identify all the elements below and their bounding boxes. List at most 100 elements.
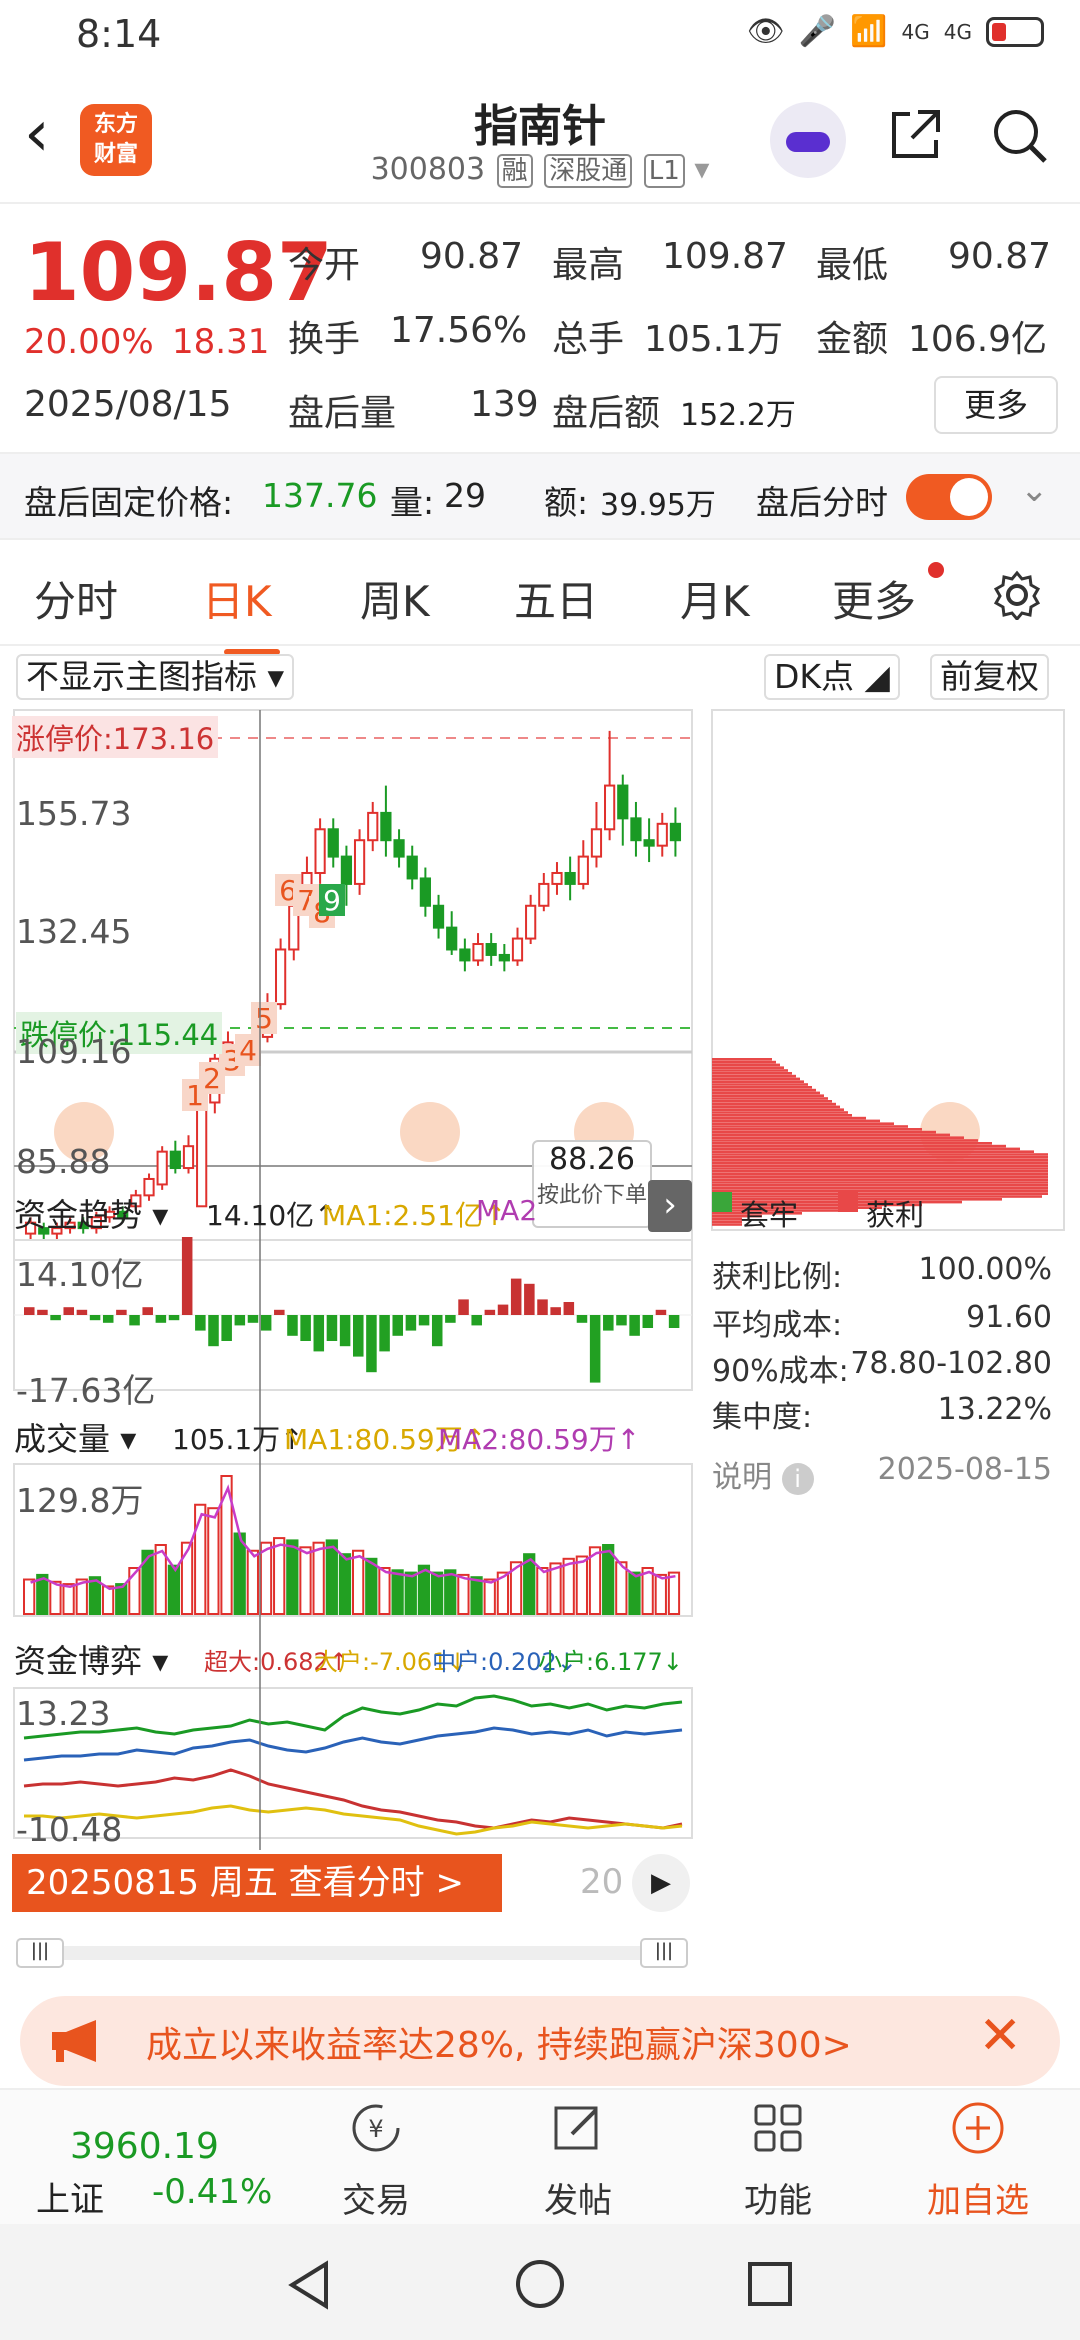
price-tooltip[interactable]: 88.26 按此价下单: [532, 1140, 652, 1228]
fund-bar: [642, 1315, 654, 1328]
home-nav-icon[interactable]: [514, 2258, 566, 2310]
view-intraday-button[interactable]: 20250815 周五 查看分时 >: [12, 1854, 502, 1912]
chip-bar: [712, 1161, 1048, 1165]
fund-trend-ma2: MA2: [476, 1194, 538, 1227]
range-handle-left[interactable]: |||: [16, 1938, 64, 1968]
play-icon[interactable]: ▶: [632, 1854, 690, 1912]
fund-game-select[interactable]: 资金博弈 ▾: [14, 1636, 168, 1682]
open-value: 90.87: [420, 236, 524, 277]
chip-bar: [712, 1105, 840, 1109]
after-amount-label: 盘后额: [552, 393, 661, 434]
index-value[interactable]: 3960.19: [70, 2126, 219, 2167]
chip-bar: [712, 1080, 804, 1083]
after-hours-toggle[interactable]: [906, 474, 992, 520]
fund-bar: [129, 1315, 140, 1326]
order-arrow-button[interactable]: ›: [648, 1180, 692, 1232]
fund-bar: [168, 1315, 180, 1321]
fund-bar: [63, 1307, 75, 1315]
back-nav-icon[interactable]: [286, 2260, 332, 2310]
more-button[interactable]: 更多: [934, 376, 1058, 434]
nav-trade[interactable]: ¥ 交易: [306, 2100, 446, 2222]
fund-bar: [142, 1307, 153, 1315]
tab-weekly-k[interactable]: 周K: [360, 568, 430, 629]
nav-post[interactable]: 发帖: [508, 2100, 648, 2222]
status-icons: 👁 🎤 📶 4G 4G: [747, 14, 1044, 49]
fund-bar: [366, 1315, 377, 1373]
fund-bar: [524, 1283, 535, 1315]
clock: 8:14: [76, 12, 162, 56]
change-percent: 20.00%: [24, 322, 154, 362]
fund-trend-select[interactable]: 资金趋势 ▾: [14, 1190, 168, 1236]
volume-bar: [352, 1549, 365, 1615]
chip-bar: [712, 1111, 848, 1114]
chip-bar: [712, 1223, 742, 1226]
game-top: 13.23: [16, 1694, 111, 1733]
index-change[interactable]: -0.41%: [152, 2172, 272, 2212]
share-icon[interactable]: [888, 106, 944, 162]
gear-icon[interactable]: [992, 570, 1042, 620]
tag-margin: 融: [496, 154, 533, 188]
candle-body: [196, 1101, 208, 1208]
signal-marker: 9: [319, 884, 345, 917]
tab-five-day[interactable]: 五日: [514, 568, 598, 629]
chevron-down-icon[interactable]: ⌄: [1020, 470, 1049, 510]
status-bar: 8:14 👁 🎤 📶 4G 4G: [0, 0, 1080, 72]
search-icon[interactable]: [990, 106, 1050, 166]
volume-bar: [365, 1557, 378, 1615]
nav-function[interactable]: 功能: [708, 2100, 848, 2222]
y-label-85: 85.88: [16, 1142, 111, 1181]
range-slider[interactable]: [16, 1946, 688, 1960]
high-label: 最高: [552, 245, 625, 286]
tag-connect: 深股通: [544, 154, 633, 188]
after-toggle-label: 盘后分时: [756, 483, 888, 522]
chip-bar: [712, 1091, 820, 1095]
tab-monthly-k[interactable]: 月K: [680, 568, 750, 629]
chip-row-value: 100.00%: [918, 1252, 1052, 1287]
promo-text: 成立以来收益率达28%, 持续跑赢沪深300>: [146, 2025, 852, 2066]
volume-bar: [470, 1576, 483, 1616]
yuan-icon: ¥: [352, 2104, 400, 2152]
chip-bar: [712, 1178, 1048, 1181]
system-nav: [0, 2224, 1080, 2340]
nav-add-watchlist[interactable]: 加自选: [908, 2100, 1048, 2222]
signal-icon-2: 4G: [943, 19, 972, 44]
chevron-down-icon[interactable]: ▾: [694, 152, 709, 187]
volume-bar: [654, 1573, 667, 1616]
range-handle-right[interactable]: |||: [640, 1938, 688, 1968]
fund-bar: [497, 1304, 509, 1315]
chip-bar: [712, 1119, 880, 1123]
date-bar-next: 20: [580, 1862, 624, 1902]
tab-daily-k[interactable]: 日K: [202, 568, 280, 655]
index-name[interactable]: 上证: [36, 2172, 104, 2221]
tab-intraday[interactable]: 分时: [34, 568, 118, 629]
assistant-avatar[interactable]: [770, 102, 846, 178]
chip-bar: [712, 1186, 1048, 1190]
candle-body: [340, 855, 353, 885]
volume-value: 105.1万: [644, 319, 784, 360]
fund-bar: [353, 1315, 364, 1357]
tab-more[interactable]: 更多: [832, 568, 916, 629]
after-qty-label: 量:: [390, 483, 435, 522]
fund-bar: [339, 1315, 351, 1347]
chip-note[interactable]: 说明 i: [712, 1452, 814, 1496]
fund-bar: [576, 1315, 588, 1323]
megaphone-icon: [52, 2020, 96, 2062]
chart-area[interactable]: 123456789: [0, 650, 1080, 1990]
fund-bar: [589, 1315, 601, 1383]
candle-body: [511, 937, 524, 962]
chip-row-label: 集中度:: [712, 1400, 813, 1435]
fund-trend-bottom: -17.63亿: [16, 1371, 156, 1410]
fund-trend-value: 14.10亿↑: [206, 1199, 338, 1232]
candle-body: [275, 948, 287, 1006]
volume-bar: [207, 1507, 220, 1616]
after-price-label: 盘后固定价格:: [24, 483, 234, 522]
chip-bar: [712, 1058, 772, 1061]
tag-level: L1: [643, 154, 685, 188]
volume-select[interactable]: 成交量 ▾: [14, 1414, 136, 1460]
volume-bar: [430, 1571, 444, 1615]
volume-bar: [101, 1585, 115, 1616]
fund-bar: [50, 1315, 61, 1321]
promo-banner[interactable]: 成立以来收益率达28%, 持续跑赢沪深300> ✕: [20, 1996, 1060, 2086]
close-icon[interactable]: ✕: [978, 2006, 1022, 2066]
recents-nav-icon[interactable]: [746, 2260, 794, 2308]
